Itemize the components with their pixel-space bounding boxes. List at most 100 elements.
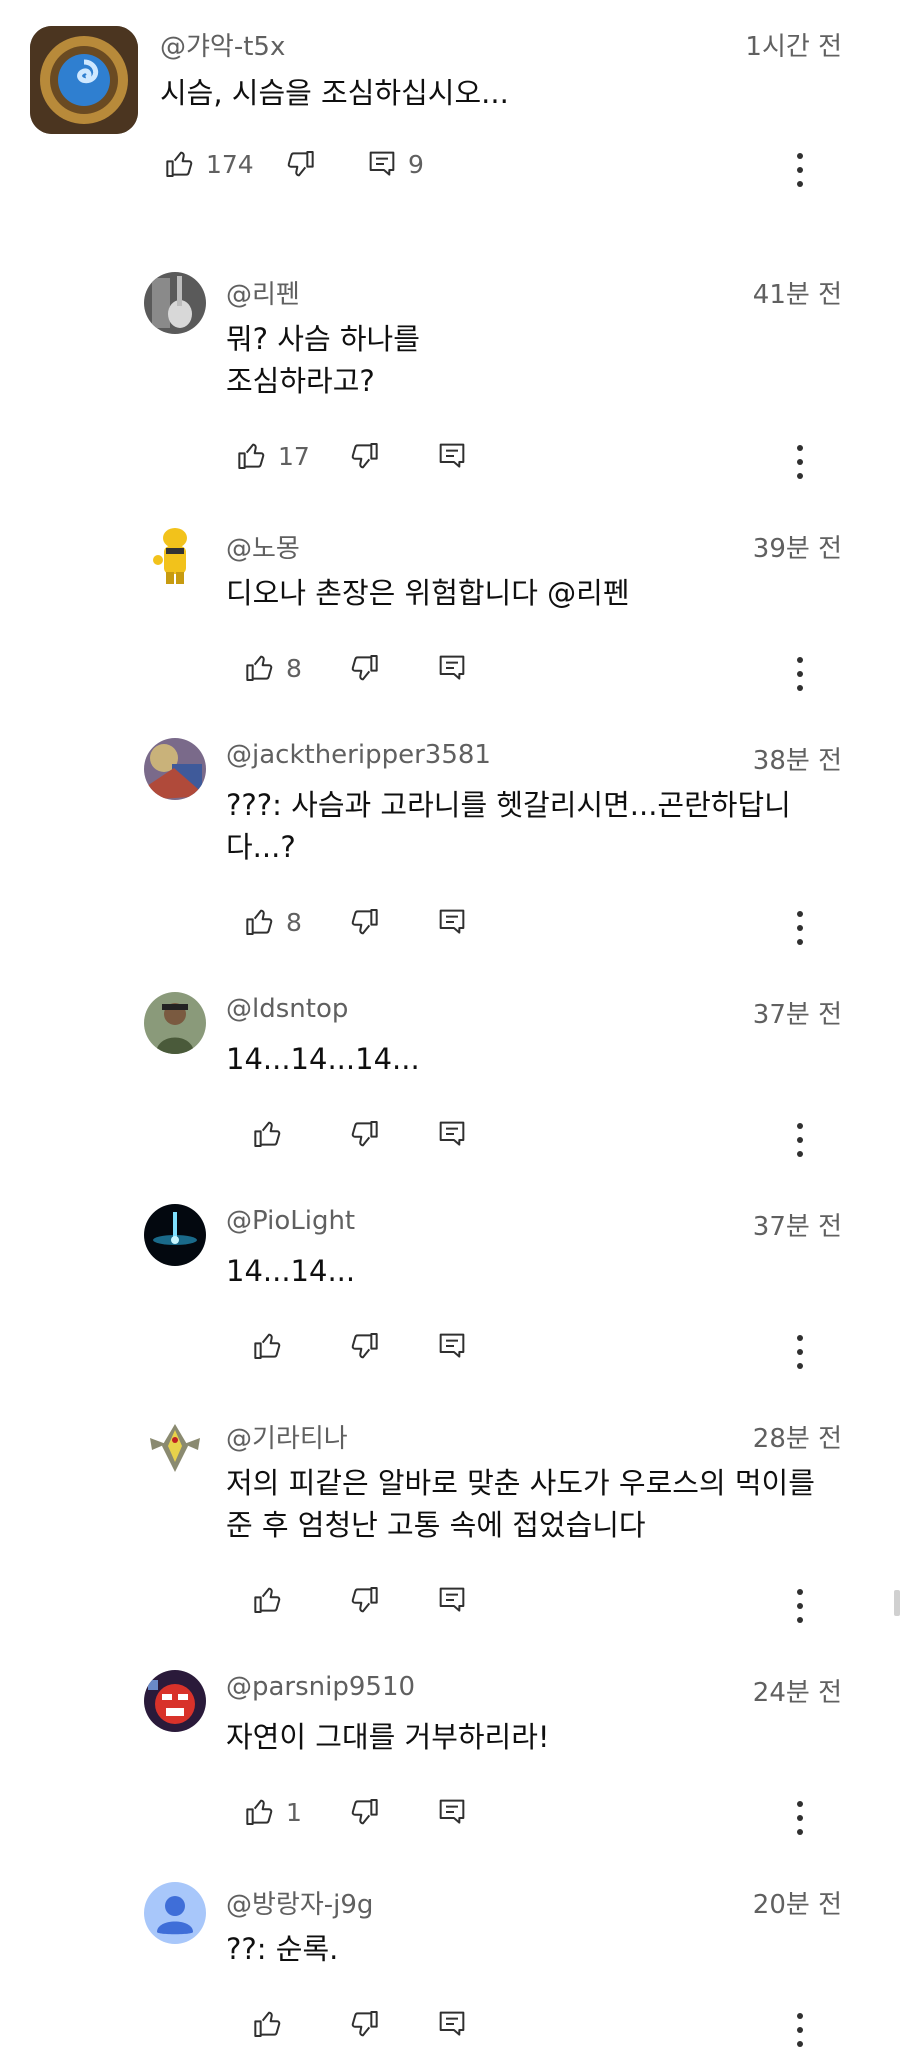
more-options-button[interactable] [788, 1584, 812, 1628]
thumbs-down-icon [351, 655, 378, 681]
more-options-button[interactable] [788, 440, 812, 484]
comment-author[interactable]: @기라티나 [226, 1418, 348, 1455]
more-options-button[interactable] [788, 2008, 812, 2052]
guitar-photo-avatar-icon [144, 272, 206, 334]
thumbs-down-icon [351, 1799, 378, 1825]
kebab-menu-icon [797, 2013, 803, 2047]
avatar[interactable] [144, 1416, 206, 1478]
comment-text: ???: 사슴과 고라니를 헷갈리시면...곤란하답니 다...? [226, 788, 791, 864]
thumbs-up-icon [254, 1333, 281, 1359]
like-button[interactable]: 8 [244, 906, 302, 938]
dislike-button[interactable] [284, 148, 316, 180]
comment-text: 뭐? 사슴 하나를 조심하라고? [226, 322, 420, 398]
kebab-menu-icon [797, 1801, 803, 1835]
thumbs-up-icon [246, 909, 273, 935]
comment-reply-icon [439, 443, 465, 468]
comment-reply-icon [439, 1587, 465, 1612]
dislike-button[interactable] [348, 2008, 380, 2040]
like-button[interactable]: 1 [244, 1796, 302, 1828]
like-button[interactable]: 174 [164, 148, 254, 180]
comment-actions [252, 1330, 852, 1374]
like-button[interactable] [252, 1330, 284, 1362]
avatar[interactable] [30, 26, 138, 134]
comment-reply-icon [439, 909, 465, 934]
like-button[interactable] [252, 2008, 284, 2040]
more-options-button[interactable] [788, 148, 812, 192]
more-options-button[interactable] [788, 906, 812, 950]
comment-author[interactable]: @parsnip9510 [226, 1672, 415, 1702]
reply-button[interactable] [436, 652, 468, 684]
avatar[interactable] [144, 992, 206, 1054]
comment-author[interactable]: @ldsntop [226, 994, 348, 1024]
comment-actions [252, 1118, 852, 1162]
more-options-button[interactable] [788, 1330, 812, 1374]
comment-author[interactable]: @노몽 [226, 528, 300, 565]
reply-button[interactable] [436, 440, 468, 472]
comment-actions [252, 1584, 852, 1628]
like-count: 17 [278, 441, 310, 471]
comment-time: 39분 전 [752, 534, 842, 564]
dislike-button[interactable] [348, 1118, 380, 1150]
comment-author[interactable]: @PioLight [226, 1206, 355, 1236]
reply-button[interactable] [436, 1118, 468, 1150]
comment-text: 자연이 그대를 거부하리라! [226, 1720, 550, 1754]
comment-author[interactable]: @리펜 [226, 274, 300, 311]
dislike-button[interactable] [348, 440, 380, 472]
avatar[interactable] [144, 272, 206, 334]
like-button[interactable] [252, 1584, 284, 1616]
hearthstone-avatar-icon [30, 26, 138, 134]
thumbs-down-icon [351, 443, 378, 469]
scrollbar-thumb[interactable] [894, 1590, 900, 1616]
artwork-avatar-icon [144, 738, 206, 800]
thumbs-down-icon [351, 1587, 378, 1613]
reply-button[interactable] [436, 1584, 468, 1616]
like-button[interactable]: 8 [244, 652, 302, 684]
comment-author[interactable]: @방랑자-j9g [226, 1884, 373, 1921]
comment-actions: 1 [244, 1796, 844, 1840]
kebab-menu-icon [797, 1123, 803, 1157]
avatar[interactable] [144, 1670, 206, 1732]
reply-count: 9 [408, 149, 424, 179]
comment-text: ??: 순록. [226, 1932, 339, 1966]
dislike-button[interactable] [348, 1796, 380, 1828]
comment-time: 24분 전 [752, 1678, 842, 1708]
comment-time: 1시간 전 [745, 32, 842, 62]
more-options-button[interactable] [788, 1796, 812, 1840]
kebab-menu-icon [797, 445, 803, 479]
thumbs-up-icon [254, 1121, 281, 1147]
person-photo-avatar-icon [144, 992, 206, 1054]
comment-reply-icon [369, 151, 395, 176]
comment-author[interactable]: @jacktheripper3581 [226, 740, 491, 770]
thumbs-up-icon [238, 443, 265, 469]
reply-button[interactable]: 9 [366, 148, 424, 180]
avatar[interactable] [144, 1204, 206, 1266]
kebab-menu-icon [797, 1589, 803, 1623]
more-options-button[interactable] [788, 652, 812, 696]
like-button[interactable]: 17 [236, 440, 310, 472]
comment-reply-icon [439, 1121, 465, 1146]
like-count: 174 [206, 149, 254, 179]
comment-text: 시슴, 시슴을 조심하십시오... [160, 76, 509, 110]
more-options-button[interactable] [788, 1118, 812, 1162]
comment-author[interactable]: @갸악-t5x [160, 26, 285, 63]
red-character-avatar-icon [144, 1670, 206, 1732]
dislike-button[interactable] [348, 652, 380, 684]
like-count: 8 [286, 907, 302, 937]
reply-button[interactable] [436, 1330, 468, 1362]
avatar[interactable] [144, 738, 206, 800]
comment-time: 28분 전 [752, 1424, 842, 1454]
avatar[interactable] [144, 526, 206, 588]
like-count: 1 [286, 1797, 302, 1827]
thumbs-up-icon [246, 1799, 273, 1825]
dislike-button[interactable] [348, 906, 380, 938]
reply-button[interactable] [436, 906, 468, 938]
like-button[interactable] [252, 1118, 284, 1150]
dislike-button[interactable] [348, 1584, 380, 1616]
cartoon-character-avatar-icon [144, 526, 206, 588]
thumbs-up-icon [254, 2011, 281, 2037]
comment-time: 41분 전 [752, 280, 842, 310]
reply-button[interactable] [436, 2008, 468, 2040]
reply-button[interactable] [436, 1796, 468, 1828]
avatar[interactable] [144, 1882, 206, 1944]
dislike-button[interactable] [348, 1330, 380, 1362]
